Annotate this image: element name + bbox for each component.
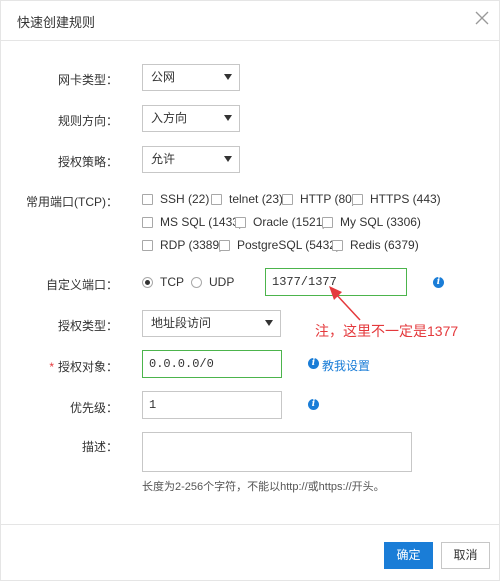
policy-select[interactable]: 允许 <box>142 146 240 173</box>
radio-tcp[interactable]: TCP <box>142 275 184 289</box>
port-checkbox-http[interactable]: HTTP (80) <box>282 192 356 206</box>
port-checkbox-ssh[interactable]: SSH (22) <box>142 192 209 206</box>
custom-port-label: 自定义端口： <box>45 278 118 292</box>
direction-label: 规则方向： <box>57 114 118 128</box>
info-icon[interactable]: i <box>433 277 444 288</box>
port-checkbox-postgresql[interactable]: PostgreSQL (5432) <box>219 238 340 252</box>
port-checkbox-https[interactable]: HTTPS (443) <box>352 192 441 206</box>
confirm-button[interactable]: 确定 <box>384 542 433 569</box>
common-ports-label: 常用端口(TCP)： <box>26 195 118 209</box>
port-checkbox-mysql[interactable]: My SQL (3306) <box>322 215 421 229</box>
quick-create-rule-dialog: 快速创建规则 网卡类型： 公网 规则方向： 入方向 授权策略： 允许 常用端口(… <box>0 0 500 581</box>
footer-divider <box>1 524 500 525</box>
nic-type-label: 网卡类型： <box>57 73 118 87</box>
info-icon[interactable]: i <box>308 399 319 410</box>
chevron-down-icon <box>224 156 232 162</box>
port-checkbox-oracle[interactable]: Oracle (1521) <box>235 215 326 229</box>
description-textarea[interactable] <box>142 432 412 472</box>
close-icon[interactable] <box>473 9 491 27</box>
dialog-header: 快速创建规则 <box>1 1 500 41</box>
radio-udp[interactable]: UDP <box>191 275 234 289</box>
chevron-down-icon <box>224 115 232 121</box>
port-checkbox-telnet[interactable]: telnet (23) <box>211 192 283 206</box>
direction-value: 入方向 <box>151 111 188 125</box>
annotation-text: 注，这里不一定是1377 <box>315 323 459 339</box>
nic-type-select[interactable]: 公网 <box>142 64 240 91</box>
dialog-title: 快速创建规则 <box>17 15 96 30</box>
port-checkbox-redis[interactable]: Redis (6379) <box>332 238 419 252</box>
policy-value: 允许 <box>151 152 176 166</box>
auth-type-select[interactable]: 地址段访问 <box>142 310 281 337</box>
annotation-arrow <box>329 286 361 321</box>
priority-label: 优先级： <box>69 401 118 415</box>
port-checkbox-rdp[interactable]: RDP (3389) <box>142 238 223 252</box>
policy-label: 授权策略： <box>57 155 118 169</box>
chevron-down-icon <box>265 320 273 326</box>
port-checkbox-mssql[interactable]: MS SQL (1433) <box>142 215 243 229</box>
auth-object-input[interactable]: 0.0.0.0/0 <box>142 350 282 378</box>
description-label: 描述： <box>81 440 118 454</box>
required-mark: * <box>49 360 54 374</box>
help-link[interactable]: 教我设置 <box>322 357 370 374</box>
cancel-button[interactable]: 取消 <box>441 542 490 569</box>
nic-type-value: 公网 <box>151 70 176 84</box>
direction-select[interactable]: 入方向 <box>142 105 240 132</box>
auth-object-label: * 授权对象： <box>49 360 118 374</box>
chevron-down-icon <box>224 74 232 80</box>
auth-type-label: 授权类型： <box>57 319 118 333</box>
description-hint: 长度为2-256个字符，不能以http://或https://开头。 <box>142 481 385 493</box>
info-icon[interactable]: i <box>308 358 319 369</box>
priority-input[interactable]: 1 <box>142 391 282 419</box>
auth-type-value: 地址段访问 <box>151 316 212 330</box>
